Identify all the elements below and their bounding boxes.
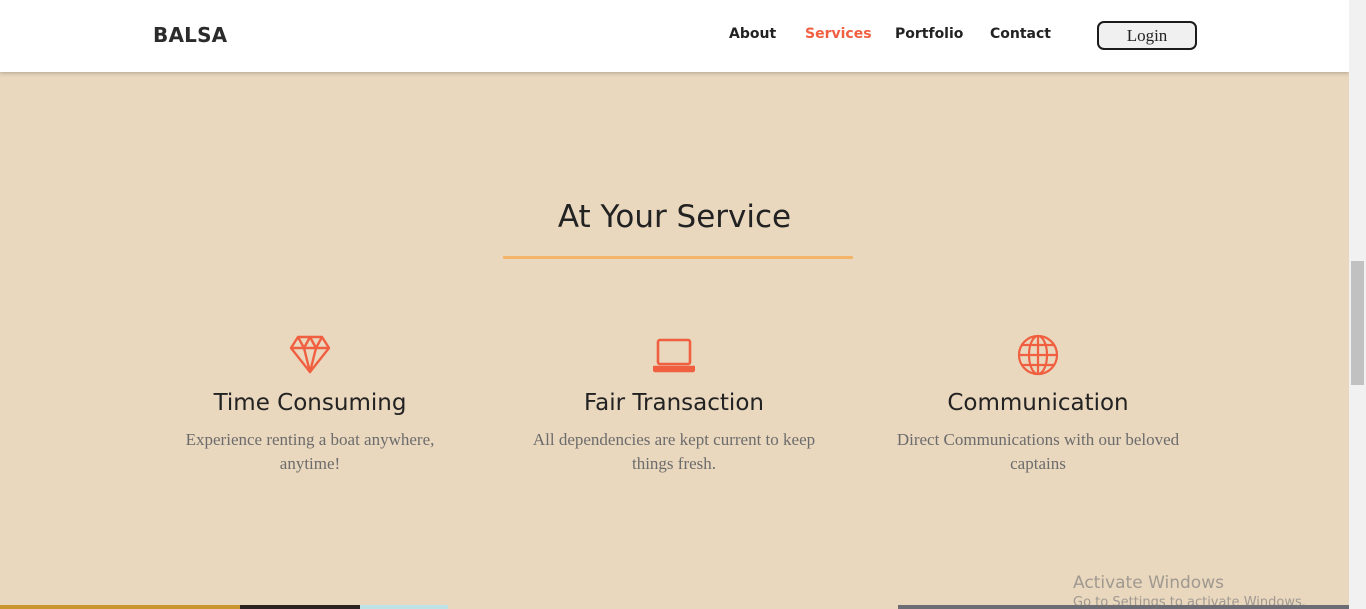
service-communication: Communication Direct Communications with… (878, 334, 1198, 476)
nav-link-portfolio[interactable]: Portfolio (895, 26, 963, 42)
service-description: Direct Communications with our beloved c… (896, 430, 1180, 473)
login-button[interactable]: Login (1097, 21, 1197, 50)
service-time-consuming: Time Consuming Experience renting a boat… (150, 334, 470, 476)
scrollbar-thumb[interactable] (1351, 261, 1364, 385)
portfolio-image-strip (240, 605, 360, 609)
watermark-title: Activate Windows (1073, 573, 1224, 593)
brand-logo[interactable]: BALSA (153, 23, 227, 47)
title-divider (503, 256, 853, 259)
service-title: Time Consuming (213, 390, 407, 416)
section-title: At Your Service (557, 199, 792, 235)
portfolio-image-strip (360, 605, 448, 609)
nav-link-contact[interactable]: Contact (990, 26, 1051, 42)
watermark-subtitle: Go to Settings to activate Windows. (1073, 595, 1306, 609)
portfolio-image-strip (0, 605, 240, 609)
navbar: BALSA About Services Portfolio Contact L… (0, 0, 1349, 72)
nav-link-about[interactable]: About (729, 26, 776, 42)
service-title: Fair Transaction (584, 390, 764, 416)
service-description: Experience renting a boat anywhere, anyt… (185, 430, 435, 473)
service-title: Communication (947, 390, 1129, 416)
laptop-icon (653, 338, 695, 373)
globe-icon (1017, 334, 1059, 376)
diamond-icon (289, 335, 331, 374)
service-description: All dependencies are kept current to kee… (532, 430, 816, 473)
service-fair-transaction: Fair Transaction All dependencies are ke… (514, 334, 834, 476)
windows-activation-watermark: Activate Windows Go to Settings to activ… (1073, 573, 1306, 609)
nav-link-services[interactable]: Services (805, 26, 872, 42)
